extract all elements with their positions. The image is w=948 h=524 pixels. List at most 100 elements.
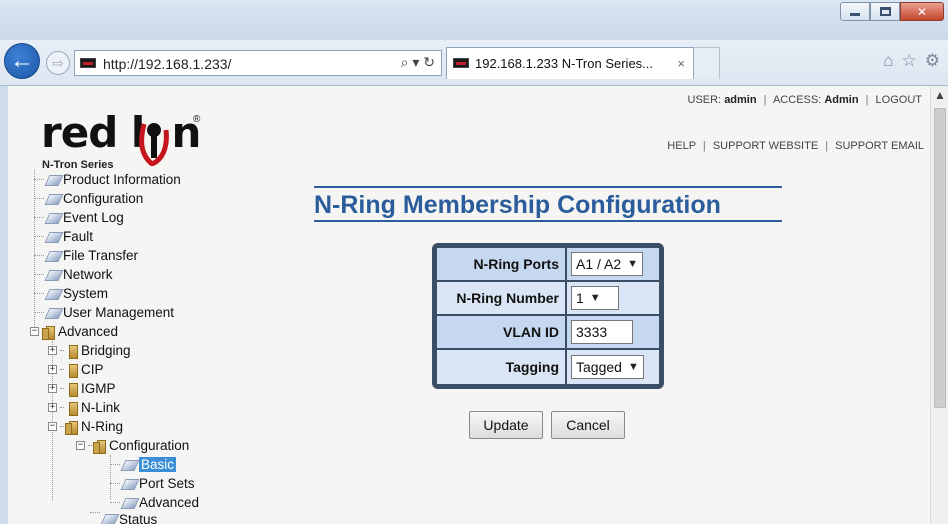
home-icon[interactable]: ⌂ xyxy=(883,51,893,71)
cancel-button[interactable]: Cancel xyxy=(551,411,625,439)
update-button[interactable]: Update xyxy=(469,411,543,439)
registered-mark: ® xyxy=(193,114,201,125)
page-icon xyxy=(45,173,61,187)
tree-item-n-link[interactable]: + N-Link xyxy=(48,398,120,417)
tree-item-network[interactable]: Network xyxy=(34,265,113,284)
ports-row: N-Ring Ports A1 / A2 ▼ xyxy=(437,248,659,282)
collapse-icon[interactable]: − xyxy=(48,422,57,431)
tree-item-igmp[interactable]: + IGMP xyxy=(48,379,116,398)
ring-number-value: 1 xyxy=(576,290,584,306)
help-links: HELP | SUPPORT WEBSITE | SUPPORT EMAIL xyxy=(667,140,924,152)
back-arrow-icon: ← xyxy=(10,47,34,74)
logo-brand-text: red l n xyxy=(41,108,201,157)
browser-tab[interactable]: 192.168.1.233 N-Tron Series... × xyxy=(446,47,694,79)
vlan-label: VLAN ID xyxy=(437,316,567,348)
tree-item-file-transfer[interactable]: File Transfer xyxy=(34,246,138,265)
ports-select[interactable]: A1 / A2 ▼ xyxy=(571,252,644,276)
expand-icon[interactable]: + xyxy=(48,384,57,393)
maximize-icon xyxy=(879,7,891,16)
tree-item-port-sets[interactable]: Port Sets xyxy=(110,474,195,493)
close-icon: ✕ xyxy=(916,4,928,19)
tree-item-cip[interactable]: + CIP xyxy=(48,360,104,379)
browser-nav-bar: ← ⇨ http://192.168.1.233/ ⌕ ▾ ↻ 192.168.… xyxy=(0,40,948,86)
forward-button[interactable]: ⇨ xyxy=(46,51,70,75)
chevron-down-icon: ▼ xyxy=(627,258,639,270)
user-label: USER: xyxy=(687,94,722,106)
ports-label: N-Ring Ports xyxy=(437,248,567,280)
chevron-down-icon: ▼ xyxy=(589,292,601,304)
page-icon xyxy=(121,496,137,510)
nav-tree: Product Information Configuration Event … xyxy=(30,170,260,524)
expand-icon[interactable]: + xyxy=(48,365,57,374)
tagging-select[interactable]: Tagged ▼ xyxy=(571,355,644,379)
logout-link[interactable]: LOGOUT xyxy=(876,94,922,106)
search-refresh-icons[interactable]: ⌕ ▾ ↻ xyxy=(401,54,435,71)
address-tools[interactable]: ⌕ ▾ ↻ xyxy=(401,54,435,71)
window-controls: ✕ xyxy=(840,2,944,21)
expand-icon[interactable]: + xyxy=(48,403,57,412)
support-website-link[interactable]: SUPPORT WEBSITE xyxy=(713,140,818,152)
tagging-row: Tagging Tagged ▼ xyxy=(437,350,659,384)
tagging-select-value: Tagged xyxy=(576,359,622,375)
user-value: admin xyxy=(724,94,757,106)
tree-item-n-ring[interactable]: − N-Ring xyxy=(48,417,123,436)
help-link[interactable]: HELP xyxy=(667,140,696,152)
page-title: N-Ring Membership Configuration xyxy=(314,186,782,222)
minimize-button[interactable] xyxy=(840,2,870,21)
page-icon xyxy=(121,458,137,472)
page-icon xyxy=(101,512,117,524)
address-bar[interactable]: http://192.168.1.233/ ⌕ ▾ ↻ xyxy=(74,50,442,76)
page-icon xyxy=(45,192,61,206)
tree-item-bridging[interactable]: + Bridging xyxy=(48,341,131,360)
tree-item-advanced-sub[interactable]: Advanced xyxy=(110,493,199,512)
tab-favicon-icon xyxy=(453,58,469,68)
page-icon xyxy=(121,477,137,491)
close-window-button[interactable]: ✕ xyxy=(900,2,944,21)
ports-select-value: A1 / A2 xyxy=(576,256,622,272)
page-icon xyxy=(45,268,61,282)
vertical-scrollbar[interactable]: ▲ xyxy=(930,86,948,524)
page-icon xyxy=(45,211,61,225)
tree-item-advanced[interactable]: − Advanced xyxy=(30,322,118,341)
site-favicon-icon xyxy=(80,58,96,68)
collapse-icon[interactable]: − xyxy=(76,441,85,450)
expand-icon[interactable]: + xyxy=(48,346,57,355)
tree-item-n-ring-configuration[interactable]: − Configuration xyxy=(76,436,189,455)
star-icon[interactable]: ☆ xyxy=(902,51,917,71)
scroll-thumb[interactable] xyxy=(934,108,946,408)
tree-item-product-information[interactable]: Product Information xyxy=(34,170,181,189)
maximize-button[interactable] xyxy=(870,2,900,21)
page-icon xyxy=(45,249,61,263)
tree-item-status[interactable]: Status xyxy=(90,512,157,524)
logo-swoosh-icon xyxy=(139,123,169,166)
access-value: Admin xyxy=(824,94,859,106)
config-table: N-Ring Ports A1 / A2 ▼ N-Ring Number 1 ▼… xyxy=(432,243,664,389)
page-icon xyxy=(45,230,61,244)
scroll-up-icon[interactable]: ▲ xyxy=(934,88,946,102)
vlan-id-input[interactable]: 3333 xyxy=(571,320,633,344)
page-content: red l n ® N-Tron Series USER: admin | AC… xyxy=(8,86,930,524)
browser-toolbar-icons: ⌂ ☆ ⚙ xyxy=(883,51,940,71)
tree-item-system[interactable]: System xyxy=(34,284,108,303)
folder-icon xyxy=(65,382,79,397)
back-button[interactable]: ← xyxy=(4,43,40,79)
ring-number-row: N-Ring Number 1 ▼ xyxy=(437,282,659,316)
page-icon xyxy=(45,306,61,320)
tab-close-icon[interactable]: × xyxy=(677,56,685,71)
folder-open-icon xyxy=(42,325,56,340)
tree-item-configuration[interactable]: Configuration xyxy=(34,189,143,208)
vlan-row: VLAN ID 3333 xyxy=(437,316,659,350)
tree-item-user-management[interactable]: User Management xyxy=(34,303,174,322)
tree-item-event-log[interactable]: Event Log xyxy=(34,208,124,227)
tree-item-basic[interactable]: Basic xyxy=(110,455,177,474)
collapse-icon[interactable]: − xyxy=(30,327,39,336)
tagging-label: Tagging xyxy=(437,350,567,384)
user-info-line: USER: admin | ACCESS: Admin | LOGOUT xyxy=(687,94,923,106)
new-tab-button[interactable] xyxy=(694,47,720,79)
support-email-link[interactable]: SUPPORT EMAIL xyxy=(835,140,924,152)
tree-item-fault[interactable]: Fault xyxy=(34,227,93,246)
folder-icon xyxy=(65,401,79,416)
gear-icon[interactable]: ⚙ xyxy=(925,51,940,71)
ring-number-select[interactable]: 1 ▼ xyxy=(571,286,619,310)
forward-arrow-icon: ⇨ xyxy=(52,54,64,71)
